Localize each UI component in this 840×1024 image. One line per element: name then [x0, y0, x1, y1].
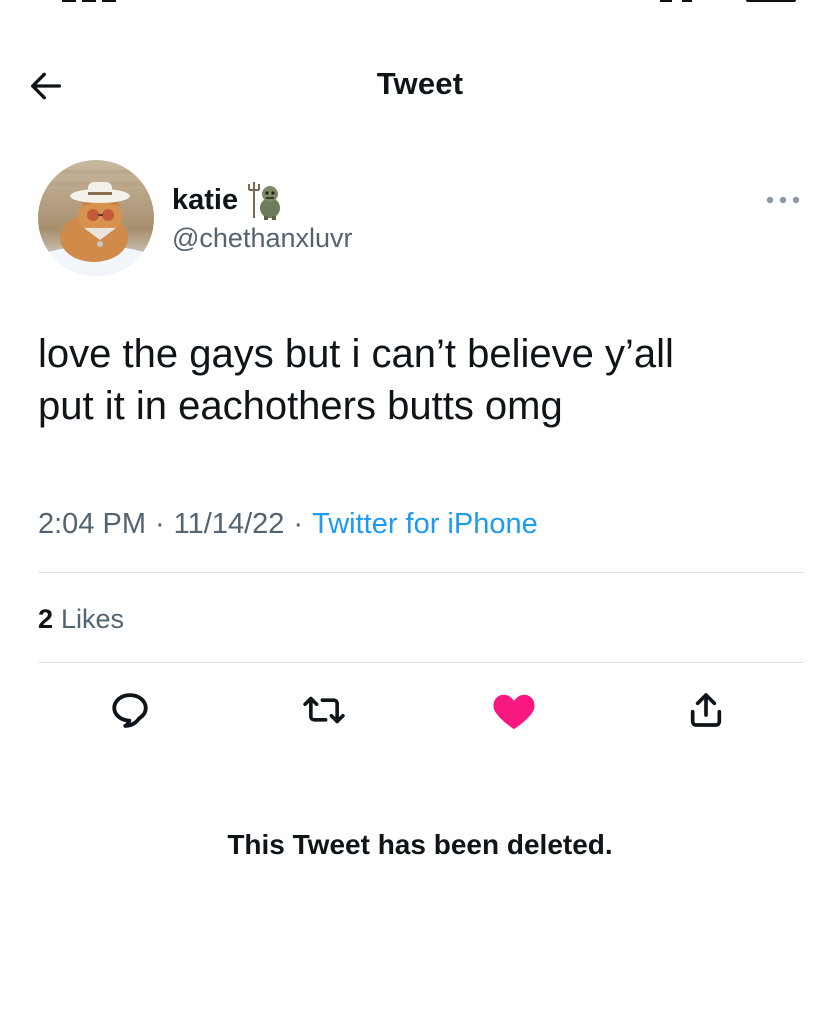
likes-count: 2 — [38, 604, 54, 634]
tweet-time[interactable]: 2:04 PM — [38, 506, 146, 542]
tweet-date[interactable]: 11/14/22 — [174, 506, 285, 542]
more-options-button[interactable] — [762, 188, 804, 212]
likes-label: Likes — [61, 604, 125, 634]
tweet-text: love the gays but i can’t believe y’all … — [38, 332, 674, 428]
meta-separator: · — [293, 508, 304, 540]
avatar[interactable] — [38, 160, 154, 276]
heart-filled-icon — [493, 694, 535, 730]
page-title: Tweet — [376, 66, 464, 101]
like-button[interactable] — [490, 688, 538, 732]
retweet-button[interactable] — [300, 688, 348, 732]
share-icon — [690, 693, 722, 727]
tweet-meta: 2:04 PM · 11/14/22 · Twitter for iPhone — [38, 506, 538, 542]
reply-icon — [112, 693, 148, 728]
reply-button[interactable] — [106, 688, 154, 732]
troll-emoji-icon — [248, 180, 282, 220]
retweet-icon — [303, 696, 345, 724]
meta-separator: · — [155, 508, 165, 540]
likes-link[interactable]: 2 Likes — [38, 602, 124, 636]
status-bar-icons-fragment — [660, 0, 800, 4]
divider — [38, 572, 804, 573]
status-bar-time-fragment — [62, 0, 142, 4]
author-handle[interactable]: @chethanxluvr — [172, 222, 353, 254]
share-button[interactable] — [682, 688, 730, 732]
deleted-notice: This Tweet has been deleted. — [227, 829, 613, 860]
author-name-row[interactable]: katie — [172, 180, 282, 220]
more-horizontal-icon — [766, 196, 800, 204]
divider — [38, 662, 804, 663]
tweet-source-link[interactable]: Twitter for iPhone — [312, 506, 538, 542]
display-name[interactable]: katie — [172, 183, 238, 217]
